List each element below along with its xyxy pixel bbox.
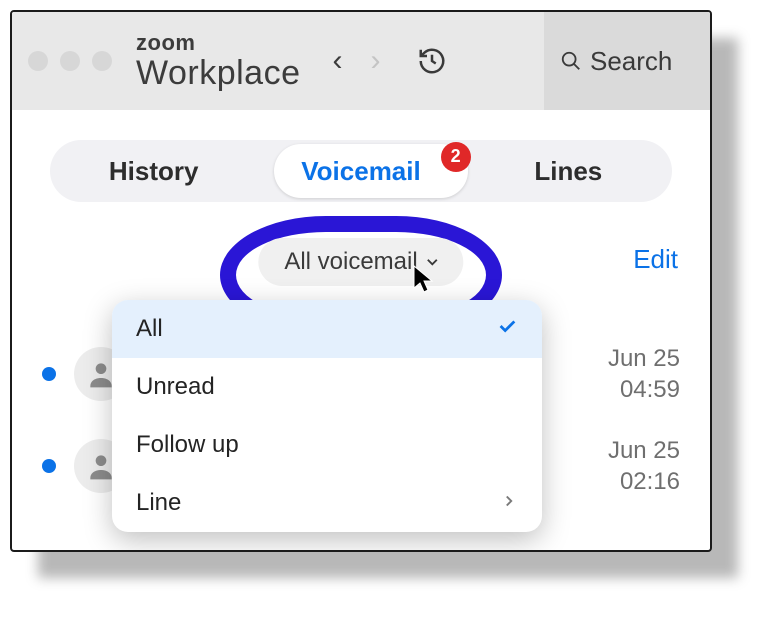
row-meta: Jun 25 04:59 (608, 343, 680, 405)
titlebar: zoom Workplace ‹ › Search (12, 12, 710, 110)
check-icon (496, 315, 518, 344)
tabs: History Voicemail 2 Lines (50, 140, 672, 202)
dropdown-item-all[interactable]: All (112, 300, 542, 358)
brand-line1: zoom (136, 32, 301, 54)
filter-dropdown-menu: All Unread Follow up Line (112, 300, 542, 532)
close-dot[interactable] (28, 51, 48, 71)
search-icon (560, 50, 582, 72)
row-time: 02:16 (608, 466, 680, 497)
filter-dropdown-button[interactable]: All voicemail (258, 238, 463, 286)
unread-dot-icon (42, 367, 56, 381)
unread-dot-icon (42, 459, 56, 473)
row-date: Jun 25 (608, 435, 680, 466)
row-meta: Jun 25 02:16 (608, 435, 680, 497)
search-box[interactable]: Search (544, 12, 710, 110)
search-placeholder: Search (590, 46, 672, 77)
back-button[interactable]: ‹ (333, 46, 343, 76)
window: zoom Workplace ‹ › Search History Voicem… (10, 10, 712, 552)
row-date: Jun 25 (608, 343, 680, 374)
maximize-dot[interactable] (92, 51, 112, 71)
dropdown-item-followup[interactable]: Follow up (112, 416, 542, 474)
tab-history[interactable]: History (50, 156, 257, 187)
nav-arrows: ‹ › (333, 46, 381, 76)
chevron-right-icon (500, 489, 518, 517)
chevron-down-icon (424, 253, 442, 271)
edit-button[interactable]: Edit (633, 244, 678, 275)
tab-lines[interactable]: Lines (465, 156, 672, 187)
forward-button[interactable]: › (371, 46, 381, 76)
brand: zoom Workplace (136, 32, 301, 90)
traffic-lights (28, 51, 112, 71)
dropdown-item-line[interactable]: Line (112, 474, 542, 532)
minimize-dot[interactable] (60, 51, 80, 71)
tab-voicemail[interactable]: Voicemail 2 (257, 156, 464, 187)
row-time: 04:59 (608, 374, 680, 405)
history-icon[interactable] (417, 46, 447, 76)
filter-label: All voicemail (284, 248, 417, 276)
brand-line2: Workplace (136, 56, 301, 90)
filter-row: All voicemail Edit (42, 238, 680, 288)
dropdown-item-unread[interactable]: Unread (112, 358, 542, 416)
